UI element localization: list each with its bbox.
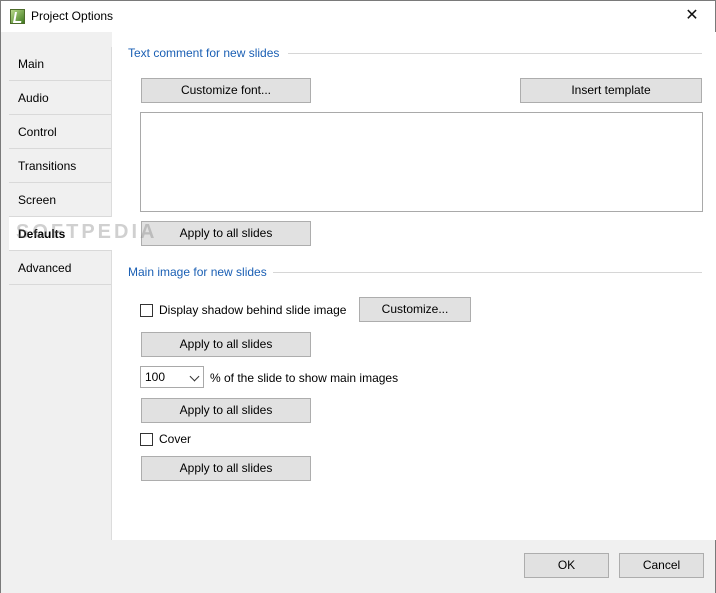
cover-label: Cover — [159, 432, 192, 446]
softpedia-watermark: SOFTPEDIA — [16, 221, 158, 243]
comment-textarea[interactable] — [140, 112, 703, 212]
apply-comment-button[interactable]: Apply to all slides — [141, 221, 311, 246]
shadow-checkbox[interactable] — [140, 304, 153, 317]
title-bar: Project Options ✕ — [1, 1, 715, 32]
customize-font-button[interactable]: Customize font... — [141, 78, 311, 103]
project-options-dialog: Project Options ✕ Main Audio Control Tra… — [0, 0, 716, 593]
image-size-suffix: % of the slide to show main images — [210, 371, 399, 385]
cover-checkbox[interactable] — [140, 433, 153, 446]
sidebar-item-transitions[interactable]: Transitions — [9, 149, 111, 183]
sidebar-item-screen[interactable]: Screen — [9, 183, 111, 217]
window-title: Project Options — [31, 9, 114, 23]
shadow-label: Display shadow behind slide image — [159, 303, 347, 317]
apply-shadow-button[interactable]: Apply to all slides — [141, 332, 311, 357]
defaults-panel: Text comment for new slides Customize fo… — [112, 32, 716, 540]
sidebar-item-main[interactable]: Main — [9, 47, 111, 81]
dialog-footer: OK Cancel — [1, 540, 715, 593]
insert-template-button[interactable]: Insert template — [520, 78, 702, 103]
group-divider — [288, 53, 702, 54]
image-size-select[interactable]: 100 — [140, 366, 204, 388]
sidebar: Main Audio Control Transitions Screen De… — [9, 47, 112, 540]
ok-button[interactable]: OK — [524, 553, 609, 578]
image-size-value: 100 — [145, 370, 166, 384]
sidebar-item-advanced[interactable]: Advanced — [9, 251, 111, 285]
cancel-button[interactable]: Cancel — [619, 553, 704, 578]
apply-cover-button[interactable]: Apply to all slides — [141, 456, 311, 481]
main-image-group-label: Main image for new slides — [128, 265, 267, 279]
sidebar-item-audio[interactable]: Audio — [9, 81, 111, 115]
chevron-down-icon — [189, 371, 200, 382]
app-icon — [10, 9, 25, 24]
customize-shadow-button[interactable]: Customize... — [359, 297, 471, 322]
group-divider — [273, 272, 702, 273]
text-comment-group-label: Text comment for new slides — [128, 46, 280, 60]
close-button[interactable]: ✕ — [675, 3, 709, 29]
sidebar-item-control[interactable]: Control — [9, 115, 111, 149]
apply-size-button[interactable]: Apply to all slides — [141, 398, 311, 423]
